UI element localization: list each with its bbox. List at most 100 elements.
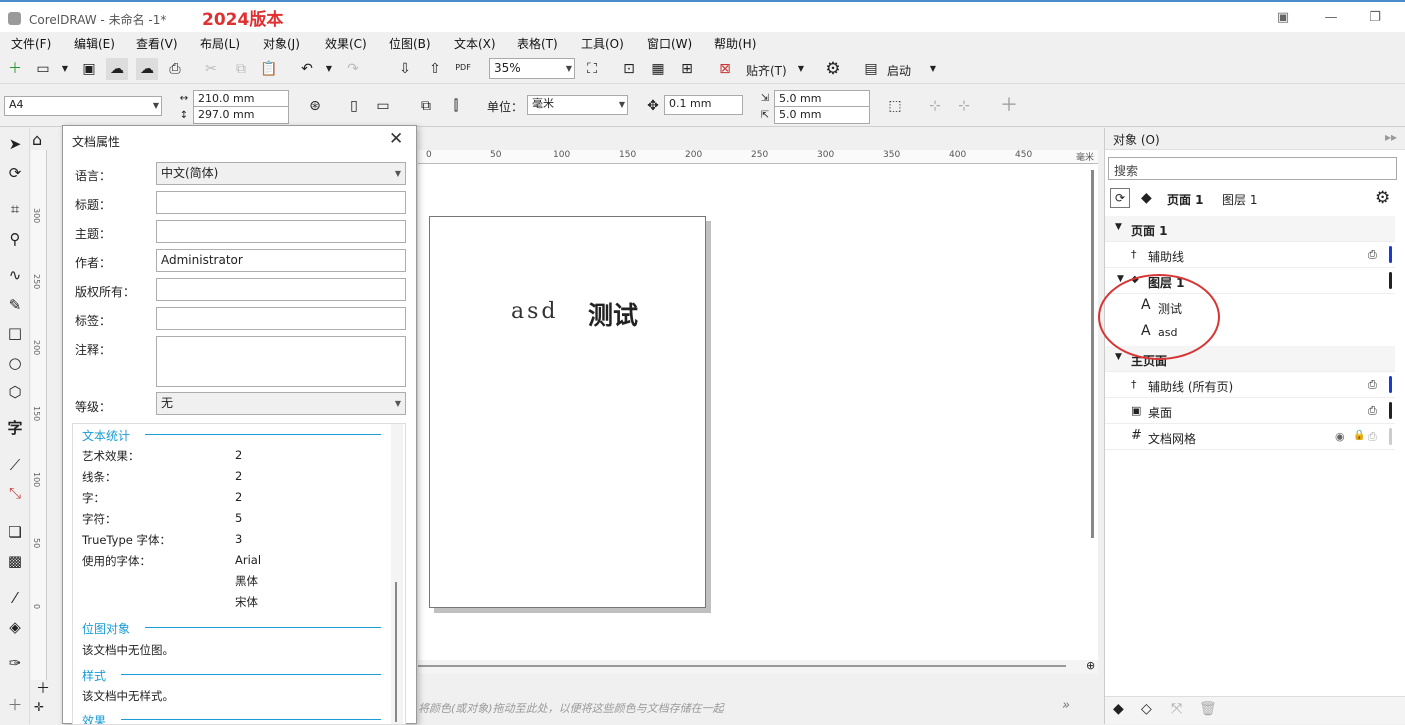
scroll-thumb[interactable]: [418, 665, 1066, 667]
export-icon[interactable]: ⇧: [424, 58, 446, 80]
zoom-tool-icon[interactable]: ⚲: [4, 228, 26, 250]
shape-tool-icon[interactable]: ⟳: [4, 162, 26, 184]
open-icon[interactable]: ▭: [32, 58, 54, 80]
snap-to-menu[interactable]: 贴齐(T): [746, 62, 787, 79]
smart-fill-icon[interactable]: ✑: [4, 652, 26, 674]
visibility-eye-icon[interactable]: ◉: [1335, 430, 1345, 443]
landscape-icon[interactable]: ▭: [372, 95, 394, 117]
show-guides-icon[interactable]: ⊞: [676, 58, 698, 80]
palette-scroll-icon[interactable]: »: [1062, 698, 1070, 713]
collapse-docker-icon[interactable]: ▸▸: [1385, 130, 1397, 144]
copy-icon[interactable]: ⧉: [230, 58, 252, 80]
new-master-layer-icon[interactable]: ◇: [1141, 701, 1152, 717]
title-field[interactable]: [156, 191, 406, 214]
page-size-select[interactable]: A4 ▼: [4, 96, 162, 116]
current-page-tab[interactable]: 页面 1: [1167, 191, 1204, 208]
menu-effects[interactable]: 效果(C): [325, 35, 367, 52]
printer-icon[interactable]: ⎙: [1368, 404, 1377, 418]
page-text-asd[interactable]: asd: [511, 299, 559, 324]
snap-dropdown-icon[interactable]: ▼: [790, 58, 812, 80]
polygon-tool-icon[interactable]: ⬡: [4, 381, 26, 403]
menu-help[interactable]: 帮助(H): [714, 35, 756, 52]
home-icon[interactable]: ⌂: [32, 130, 42, 149]
pick-tool-icon[interactable]: ➤: [4, 133, 26, 155]
printer-icon[interactable]: ⎙: [1368, 248, 1377, 262]
chevron-down-icon[interactable]: ▼: [395, 393, 401, 414]
add-tool-icon[interactable]: ＋: [4, 694, 26, 716]
stats-scrollbar[interactable]: [391, 424, 403, 724]
navigator-icon[interactable]: ✛: [34, 700, 44, 714]
launch-icon[interactable]: ▤: [860, 58, 882, 80]
keywords-field[interactable]: [156, 307, 406, 330]
connector-tool-icon[interactable]: ⤡: [4, 482, 26, 504]
options-gear-icon[interactable]: ⚙: [822, 58, 844, 80]
save-icon[interactable]: ▣: [78, 58, 100, 80]
eyedropper-tool-icon[interactable]: ⁄: [4, 587, 26, 609]
dimension-tool-icon[interactable]: ⟋: [4, 454, 26, 476]
transparency-tool-icon[interactable]: ▩: [4, 550, 26, 572]
printer-icon[interactable]: ⎙: [1368, 430, 1377, 444]
object-search-input[interactable]: 搜索: [1108, 157, 1397, 180]
expand-icon[interactable]: ▼: [1115, 222, 1122, 232]
distribute-disabled-icon[interactable]: ⊹: [953, 95, 975, 117]
print-icon[interactable]: ⎙: [164, 58, 186, 80]
tree-document-grid[interactable]: # 文档网格 ◉ 🔒 ⎙: [1105, 424, 1395, 450]
tree-desktop[interactable]: ▣ 桌面 ⎙: [1105, 398, 1395, 424]
freehand-tool-icon[interactable]: ∿: [4, 264, 26, 286]
undo-dropdown-icon[interactable]: ▼: [318, 58, 340, 80]
tree-master-guides[interactable]: † 辅助线 (所有页) ⎙: [1105, 372, 1395, 398]
nudge-distance-field[interactable]: 0.1 mm: [664, 95, 743, 115]
redo-icon[interactable]: ↷: [342, 58, 364, 80]
bleed-icon[interactable]: ⬚: [884, 95, 906, 117]
menu-table[interactable]: 表格(T): [517, 35, 558, 52]
docker-options-gear-icon[interactable]: ⚙: [1375, 188, 1390, 208]
rating-select[interactable]: 无 ▼: [156, 392, 406, 415]
move-object-icon[interactable]: ⤧: [1171, 701, 1182, 717]
notes-field[interactable]: [156, 336, 406, 387]
paste-icon[interactable]: 📋: [258, 58, 280, 80]
delete-icon[interactable]: 🗑: [1199, 701, 1217, 717]
language-select[interactable]: 中文(简体) ▼: [156, 162, 406, 185]
export-pdf-icon[interactable]: PDF: [452, 57, 474, 79]
lock-icon[interactable]: 🔒: [1353, 430, 1365, 441]
subject-field[interactable]: [156, 220, 406, 243]
layers-icon[interactable]: ◆: [1141, 190, 1152, 206]
current-layer-tab[interactable]: 图层 1: [1222, 191, 1257, 208]
chevron-down-icon[interactable]: ▼: [395, 163, 401, 184]
shadow-tool-icon[interactable]: ❏: [4, 521, 26, 543]
menu-tools[interactable]: 工具(O): [581, 35, 624, 52]
artistic-media-icon[interactable]: ✎: [4, 294, 26, 316]
cloud-upload-icon[interactable]: ☁: [136, 58, 158, 80]
menu-window[interactable]: 窗口(W): [647, 35, 692, 52]
page-size-dropdown-icon[interactable]: ▼: [153, 97, 159, 115]
document-page[interactable]: [429, 216, 706, 608]
zoom-level-field[interactable]: 35% ▼: [489, 58, 575, 79]
portrait-icon[interactable]: ▯: [343, 95, 365, 117]
tree-page-1[interactable]: ▼ 页面 1: [1105, 216, 1395, 242]
import-icon[interactable]: ⇩: [394, 58, 416, 80]
menu-object[interactable]: 对象(J): [263, 35, 300, 52]
horizontal-scrollbar[interactable]: ⊕: [418, 659, 1098, 674]
minimize-button[interactable]: —: [1320, 8, 1342, 28]
units-select[interactable]: 毫米 ▼: [527, 95, 628, 115]
menu-layout[interactable]: 布局(L): [200, 35, 240, 52]
current-page-icon[interactable]: ⫿: [445, 95, 467, 117]
new-document-icon[interactable]: ＋: [4, 58, 26, 80]
page-height-field[interactable]: 297.0 mm: [193, 106, 289, 124]
zoom-dropdown-icon[interactable]: ▼: [566, 59, 572, 78]
view-mode-icon[interactable]: ⟳: [1110, 188, 1130, 208]
add-page-icon[interactable]: ＋: [36, 678, 50, 698]
tree-guides[interactable]: † 辅助线 ⎙: [1105, 242, 1395, 268]
menu-text[interactable]: 文本(X): [454, 35, 496, 52]
fill-tool-icon[interactable]: ◈: [4, 616, 26, 638]
copyright-field[interactable]: [156, 278, 406, 301]
printer-icon[interactable]: ⎙: [1368, 378, 1377, 392]
undo-icon[interactable]: ↶: [296, 58, 318, 80]
vertical-scrollbar[interactable]: [1091, 170, 1094, 538]
menu-bitmap[interactable]: 位图(B): [389, 35, 431, 52]
zoom-corner-icon[interactable]: ⊕: [1086, 659, 1095, 672]
rectangle-tool-icon[interactable]: □: [4, 322, 26, 344]
close-icon[interactable]: ✕: [389, 129, 403, 149]
page-text-test[interactable]: 测试: [588, 296, 638, 332]
expand-icon[interactable]: ▼: [1115, 352, 1122, 362]
